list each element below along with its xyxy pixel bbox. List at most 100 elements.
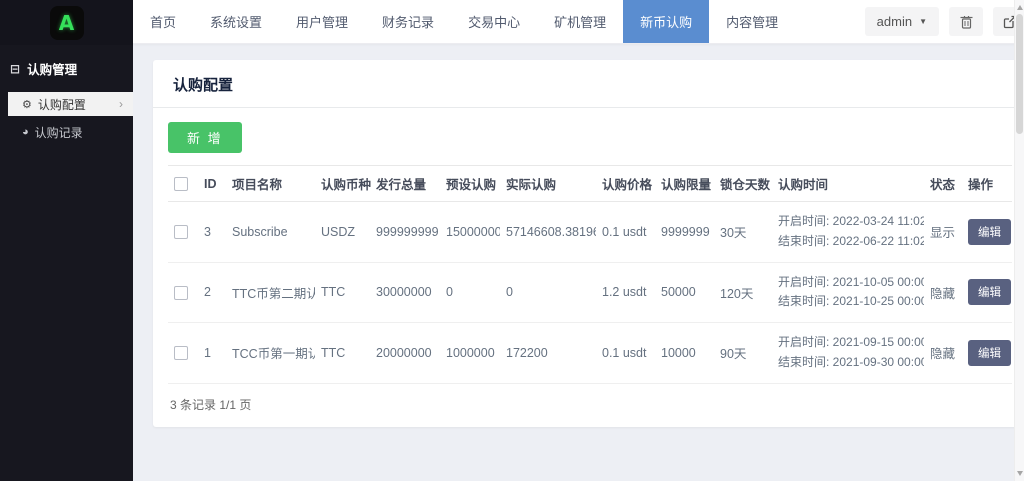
trash-button[interactable] bbox=[949, 7, 983, 36]
cell-coin: TTC bbox=[315, 323, 370, 384]
tab-home[interactable]: 首页 bbox=[133, 0, 193, 43]
edit-button[interactable]: 编辑 bbox=[968, 219, 1011, 245]
chevron-right-icon: › bbox=[119, 97, 123, 111]
scroll-up-icon[interactable] bbox=[1017, 5, 1023, 10]
sidebar-item-label: 认购配置 bbox=[38, 96, 86, 113]
sidebar-group-label: 认购管理 bbox=[27, 59, 77, 78]
col-header-total: 发行总量 bbox=[370, 166, 440, 202]
time-start: 开启时间: 2021-10-05 00:00:00 bbox=[778, 273, 918, 293]
tab-new-coin-subscription[interactable]: 新币认购 bbox=[623, 0, 709, 43]
cell-time: 开启时间: 2022-03-24 11:02:32 结束时间: 2022-06-… bbox=[772, 202, 924, 263]
cell-price: 1.2 usdt bbox=[596, 262, 655, 323]
table-header-row: ID 项目名称 认购币种 发行总量 预设认购 实际认购 认购价格 认购限量 锁仓… bbox=[168, 166, 1012, 202]
time-end: 结束时间: 2021-10-25 00:00:00 bbox=[778, 292, 918, 312]
caret-down-icon: ▼ bbox=[919, 17, 927, 26]
col-header-actual: 实际认购 bbox=[500, 166, 596, 202]
app-window: A ⊟ 认购管理 ⚙ 认购配置 › ◕ 认购记录 首页 系统设置 用户管理 财务… bbox=[0, 0, 1024, 481]
cell-actual: 57146608.381968 bbox=[500, 202, 596, 263]
sidebar-item-subscription-config[interactable]: ⚙ 认购配置 › bbox=[8, 92, 133, 116]
trash-icon bbox=[960, 15, 973, 29]
cell-total: 20000000 bbox=[370, 323, 440, 384]
subscription-config-card: 认购配置 新 增 ID bbox=[153, 60, 1024, 427]
table-row: 2 TTC币第二期认购 TTC 30000000 0 0 1.2 usdt 50… bbox=[168, 262, 1012, 323]
col-header-status: 状态 bbox=[924, 166, 962, 202]
sidebar-item-subscription-records[interactable]: ◕ 认购记录 bbox=[0, 120, 133, 144]
time-start: 开启时间: 2021-09-15 00:00:00 bbox=[778, 333, 918, 353]
cell-price: 0.1 usdt bbox=[596, 323, 655, 384]
cell-name: TTC币第二期认购 bbox=[226, 262, 315, 323]
tab-miner-management[interactable]: 矿机管理 bbox=[537, 0, 623, 43]
sidebar-group-subscription[interactable]: ⊟ 认购管理 bbox=[0, 45, 133, 88]
cell-limit: 9999999 bbox=[655, 202, 714, 263]
main-column: 首页 系统设置 用户管理 财务记录 交易中心 矿机管理 新币认购 内容管理 ad… bbox=[133, 0, 1024, 481]
row-checkbox[interactable] bbox=[174, 225, 188, 239]
cell-total: 999999999 bbox=[370, 202, 440, 263]
col-header-action: 操作 bbox=[962, 166, 1012, 202]
table-row: 3 Subscribe USDZ 999999999 15000000 5714… bbox=[168, 202, 1012, 263]
cell-id: 2 bbox=[198, 262, 226, 323]
cell-name: TCC币第一期认购 bbox=[226, 323, 315, 384]
scroll-down-icon[interactable] bbox=[1017, 471, 1023, 476]
cell-status: 隐藏 bbox=[924, 262, 962, 323]
logo-bar: A bbox=[0, 0, 133, 45]
col-header-limit: 认购限量 bbox=[655, 166, 714, 202]
cell-lock-days: 90天 bbox=[714, 323, 772, 384]
tab-system-settings[interactable]: 系统设置 bbox=[193, 0, 279, 43]
cell-coin: USDZ bbox=[315, 202, 370, 263]
navbar-right-controls: admin ▼ bbox=[865, 0, 1024, 43]
col-header-preset: 预设认购 bbox=[440, 166, 500, 202]
tab-trade-center[interactable]: 交易中心 bbox=[451, 0, 537, 43]
cell-id: 3 bbox=[198, 202, 226, 263]
scrollbar-thumb[interactable] bbox=[1016, 14, 1023, 134]
cell-status: 隐藏 bbox=[924, 323, 962, 384]
tab-user-management[interactable]: 用户管理 bbox=[279, 0, 365, 43]
gear-icon: ⚙ bbox=[22, 98, 32, 111]
cell-limit: 50000 bbox=[655, 262, 714, 323]
cell-preset: 15000000 bbox=[440, 202, 500, 263]
col-header-price: 认购价格 bbox=[596, 166, 655, 202]
cell-preset: 1000000 bbox=[440, 323, 500, 384]
row-checkbox[interactable] bbox=[174, 286, 188, 300]
cell-time: 开启时间: 2021-10-05 00:00:00 结束时间: 2021-10-… bbox=[772, 262, 924, 323]
cell-actual: 172200 bbox=[500, 323, 596, 384]
select-all-checkbox[interactable] bbox=[174, 177, 188, 191]
table-row: 1 TCC币第一期认购 TTC 20000000 1000000 172200 … bbox=[168, 323, 1012, 384]
time-start: 开启时间: 2022-03-24 11:02:32 bbox=[778, 212, 918, 232]
app-logo[interactable]: A bbox=[50, 6, 84, 40]
cell-price: 0.1 usdt bbox=[596, 202, 655, 263]
logo-triangle-icon: A bbox=[59, 13, 74, 33]
cell-total: 30000000 bbox=[370, 262, 440, 323]
records-icon: ◕ bbox=[22, 126, 29, 138]
tab-content-management[interactable]: 内容管理 bbox=[709, 0, 795, 43]
cell-time: 开启时间: 2021-09-15 00:00:00 结束时间: 2021-09-… bbox=[772, 323, 924, 384]
cell-limit: 10000 bbox=[655, 323, 714, 384]
col-header-lock-days: 锁仓天数 bbox=[714, 166, 772, 202]
top-navbar: 首页 系统设置 用户管理 财务记录 交易中心 矿机管理 新币认购 内容管理 ad… bbox=[133, 0, 1024, 44]
vertical-scrollbar[interactable] bbox=[1014, 0, 1024, 481]
col-header-id: ID bbox=[198, 166, 226, 202]
edit-button[interactable]: 编辑 bbox=[968, 340, 1011, 366]
cell-actual: 0 bbox=[500, 262, 596, 323]
col-header-coin: 认购币种 bbox=[315, 166, 370, 202]
admin-username: admin bbox=[877, 14, 912, 29]
cell-status: 显示 bbox=[924, 202, 962, 263]
cell-preset: 0 bbox=[440, 262, 500, 323]
col-header-name: 项目名称 bbox=[226, 166, 315, 202]
add-button[interactable]: 新 增 bbox=[168, 122, 242, 153]
time-end: 结束时间: 2022-06-22 11:02:32 bbox=[778, 232, 918, 252]
tab-finance-records[interactable]: 财务记录 bbox=[365, 0, 451, 43]
row-checkbox[interactable] bbox=[174, 346, 188, 360]
time-end: 结束时间: 2021-09-30 00:00:00 bbox=[778, 353, 918, 373]
sidebar: A ⊟ 认购管理 ⚙ 认购配置 › ◕ 认购记录 bbox=[0, 0, 133, 481]
cell-lock-days: 120天 bbox=[714, 262, 772, 323]
col-header-time: 认购时间 bbox=[772, 166, 924, 202]
edit-button[interactable]: 编辑 bbox=[968, 279, 1011, 305]
collapse-icon: ⊟ bbox=[10, 62, 20, 76]
sidebar-item-label: 认购记录 bbox=[35, 124, 83, 141]
cell-name: Subscribe bbox=[226, 202, 315, 263]
page-title: 认购配置 bbox=[153, 60, 1024, 107]
main-content: 认购配置 新 增 ID bbox=[133, 44, 1024, 481]
cell-lock-days: 30天 bbox=[714, 202, 772, 263]
record-count: 3 条记录 1/1 页 bbox=[168, 384, 1012, 413]
admin-dropdown[interactable]: admin ▼ bbox=[865, 7, 939, 36]
